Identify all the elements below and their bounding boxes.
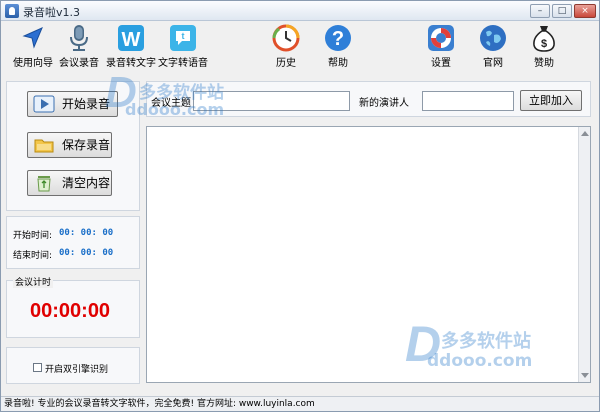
window-title: 录音啦v1.3 <box>23 6 81 19</box>
question-mark-icon: ? <box>325 25 351 51</box>
recycle-bin-icon <box>37 176 51 192</box>
svg-text:W: W <box>122 29 141 51</box>
title-bar: 录音啦v1.3 – □ × <box>1 1 599 21</box>
main-window: 录音啦v1.3 – □ × 使用向导 会议录音 W 录音转文字 t 文字转语音 … <box>0 0 600 412</box>
meeting-info-panel: 会议主题 新的演讲人 立即加入 <box>146 81 591 117</box>
history-clock-icon <box>272 24 300 52</box>
toolbar-sponsor-label: 赞助 <box>534 58 554 69</box>
app-icon <box>5 4 19 18</box>
globe-icon <box>480 25 506 51</box>
start-record-button[interactable]: 开始录音 <box>27 91 118 117</box>
money-bag-icon: $ <box>533 26 555 52</box>
toolbar-help-label: 帮助 <box>328 58 348 69</box>
scroll-up-arrow-icon[interactable] <box>581 131 589 136</box>
transcript-scrollbar[interactable] <box>578 127 590 382</box>
meeting-timer-value: 00:00:00 <box>30 300 111 322</box>
join-now-button[interactable]: 立即加入 <box>520 90 582 111</box>
end-time-label: 结束时间: <box>13 251 53 261</box>
dual-engine-label: 开启双引擎识别 <box>45 365 109 375</box>
status-bar: 录音啦! 专业的会议录音转文字软件，完全免费! 官方网址: www.luyinl… <box>1 396 599 411</box>
microphone-icon <box>70 25 88 51</box>
meeting-timer-label: 会议计时 <box>13 275 54 288</box>
dual-engine-checkbox[interactable] <box>33 363 42 372</box>
clear-content-label: 清空内容 <box>62 176 111 190</box>
play-icon <box>33 95 55 113</box>
scroll-down-arrow-icon[interactable] <box>581 373 589 378</box>
letter-w-icon: W <box>118 25 144 51</box>
folder-icon <box>34 139 54 153</box>
close-button[interactable]: × <box>574 4 596 18</box>
speech-bubble-icon: t <box>170 25 196 51</box>
record-controls-panel: 开始录音 保存录音 清空内容 <box>6 81 140 211</box>
clear-content-button[interactable]: 清空内容 <box>27 170 112 196</box>
meeting-topic-input[interactable] <box>193 91 350 111</box>
navigation-arrow-icon <box>22 27 43 49</box>
dual-engine-panel: 开启双引擎识别 <box>6 347 140 384</box>
transcript-area[interactable] <box>146 126 591 383</box>
save-record-button[interactable]: 保存录音 <box>27 132 112 158</box>
toolbar-help[interactable]: ? 帮助 <box>310 22 366 70</box>
toolbar-text-to-speech[interactable]: t 文字转语音 <box>155 22 211 70</box>
toolbar-text-to-speech-label: 文字转语音 <box>158 58 208 69</box>
new-speaker-input[interactable] <box>422 91 514 111</box>
minimize-button[interactable]: – <box>530 4 550 18</box>
toolbar: 使用向导 会议录音 W 录音转文字 t 文字转语音 历史 ? 帮助 设置 官网 … <box>1 22 599 70</box>
svg-text:t: t <box>182 31 185 41</box>
lifebuoy-icon <box>428 25 454 51</box>
end-time-value: 00: 00: 00 <box>59 248 114 258</box>
save-record-label: 保存录音 <box>62 138 111 152</box>
time-panel: 开始时间: 00: 00: 00 结束时间: 00: 00: 00 <box>6 216 140 269</box>
meeting-timer-panel: 会议计时 00:00:00 <box>6 275 140 338</box>
start-record-label: 开始录音 <box>62 97 111 111</box>
meeting-topic-label: 会议主题 <box>151 98 191 109</box>
start-time-value: 00: 00: 00 <box>59 228 114 238</box>
svg-text:$: $ <box>541 38 547 50</box>
toolbar-sponsor[interactable]: $ 赞助 <box>516 22 572 70</box>
maximize-button[interactable]: □ <box>552 4 572 18</box>
new-speaker-label: 新的演讲人 <box>359 98 409 109</box>
start-time-label: 开始时间: <box>13 231 53 241</box>
svg-text:?: ? <box>332 28 344 50</box>
